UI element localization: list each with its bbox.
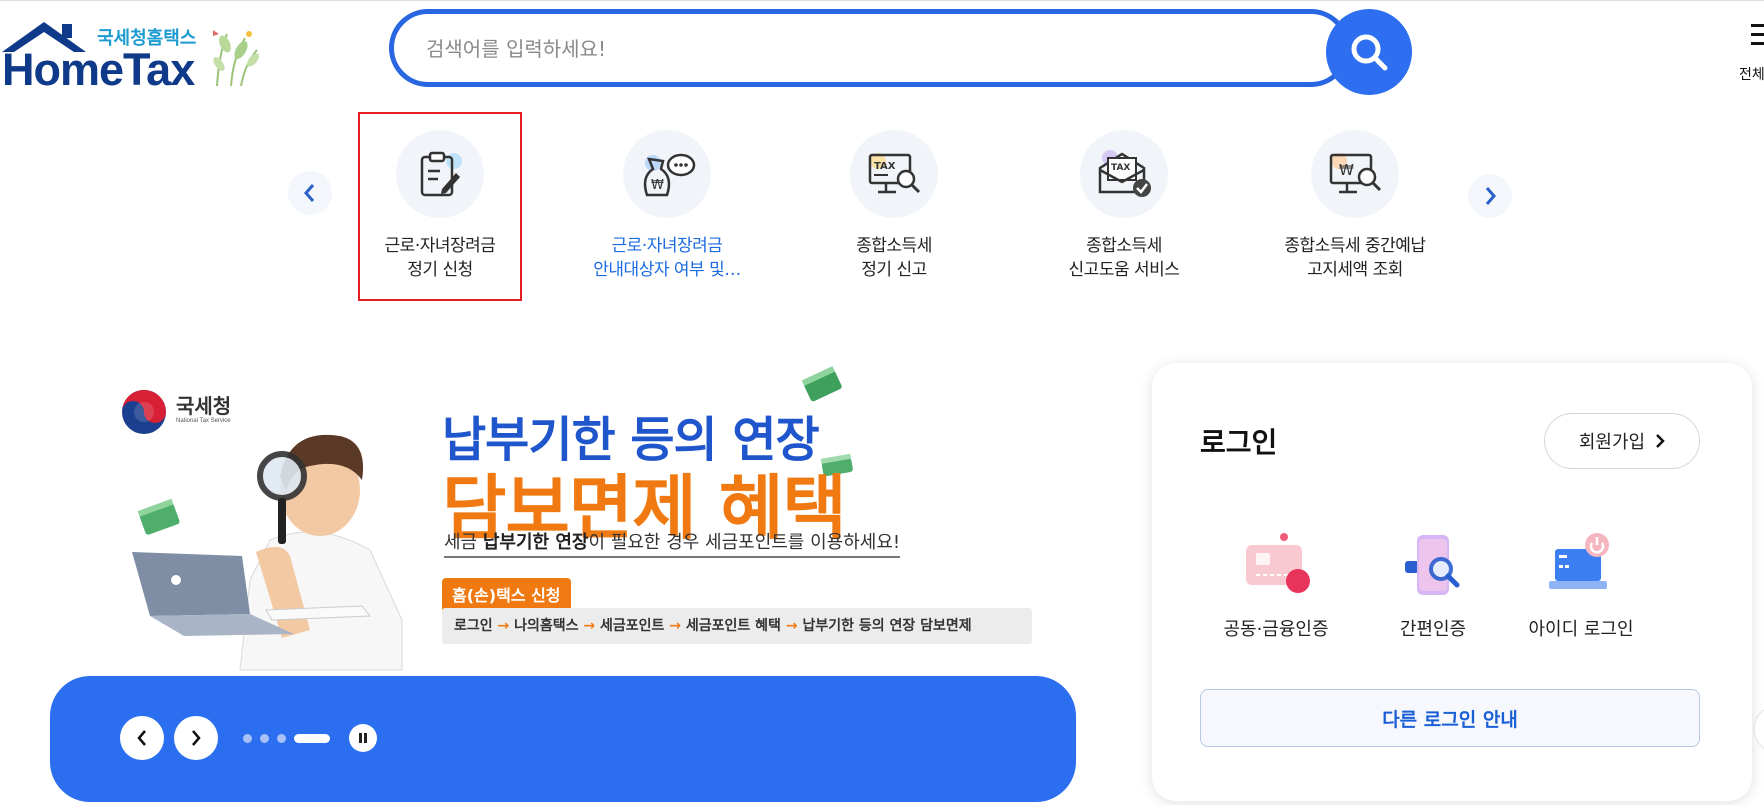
signup-label: 회원가입 [1578,432,1646,453]
search-input[interactable] [424,14,1308,84]
quick-menu-item-5[interactable]: ₩ 종합소득세 중간예납 고지세액 조회 [1255,130,1455,282]
banner-dot-2[interactable] [260,734,269,743]
login-method-simple[interactable]: 간편인증 [1358,521,1508,641]
tax-monitor-search-icon: TAX [850,130,938,218]
quick-menu-line2: 정기 신고 [861,260,927,280]
chevron-right-icon [192,730,201,746]
chevron-right-icon [1656,434,1665,448]
quick-menu-line2: 안내대상자 여부 및… [593,260,741,280]
banner-menu-path: 로그인 → 나의홈택스 → 세금포인트 → 세금포인트 혜택 → 납부기한 등의… [442,608,1032,644]
login-panel: 로그인 회원가입 공동·금융인증 간편인증 아이디 로그인 다른 로그인 안내 [1152,363,1752,801]
chevron-left-icon [137,730,146,746]
quick-menu-line1: 근로·자녀장려금 [611,236,723,256]
banner-pause-button[interactable] [349,724,377,752]
plant-decoration-icon [213,30,259,87]
login-method-label: 아이디 로그인 [1528,619,1634,640]
laptop-power-icon [1506,521,1656,601]
svg-text:₩: ₩ [1339,161,1354,179]
money-bag-chat-icon: ₩ [623,130,711,218]
search-box[interactable] [389,9,1350,87]
banner-dot-3[interactable] [277,734,286,743]
login-method-label: 간편인증 [1399,619,1467,640]
search-icon [1351,34,1388,71]
quick-menu-line1: 종합소득세 [1086,236,1162,256]
promo-banner[interactable]: 국세청 National Tax Service 납부기한 등의 연장 담보면제… [50,366,1076,802]
quick-menu-line2: 신고도움 서비스 [1068,260,1180,280]
won-monitor-search-icon: ₩ [1311,130,1399,218]
person-laptop-illustration [132,434,403,671]
search-button[interactable] [1326,9,1412,95]
quick-menu-line1: 종합소득세 중간예납 [1284,236,1426,256]
all-menu-label: 전체 [1739,67,1764,83]
top-border [0,0,1764,1]
banner-apply-tag: 홈(손)택스 신청 [442,578,571,610]
all-menu-button[interactable]: 전체 [1735,20,1764,83]
selected-item-highlight [358,112,522,301]
tax-envelope-check-icon: TAX [1080,130,1168,218]
chevron-right-icon [1485,187,1496,205]
certificate-card-icon [1201,521,1351,601]
banner-prev-button[interactable] [120,716,164,760]
login-method-id[interactable]: 아이디 로그인 [1506,521,1656,641]
banner-dot-1[interactable] [243,734,252,743]
banner-dot-4[interactable] [294,734,330,743]
quick-menu-next-button[interactable] [1468,174,1512,218]
quick-menu-line1: 종합소득세 [856,236,932,256]
quick-menu-prev-button[interactable] [288,171,332,215]
quick-menu-item-2[interactable]: ₩ 근로·자녀장려금 안내대상자 여부 및… [567,130,767,282]
svg-text:₩: ₩ [651,178,664,193]
floating-side-button[interactable] [1754,705,1764,753]
login-method-label: 공동·금융인증 [1223,619,1329,640]
quick-menu-item-4[interactable]: TAX 종합소득세 신고도움 서비스 [1024,130,1224,282]
svg-text:TAX: TAX [1111,163,1130,173]
login-title: 로그인 [1200,426,1278,459]
phone-search-icon [1358,521,1508,601]
svg-text:TAX: TAX [874,161,896,172]
pause-icon [359,733,367,743]
banner-description: 세금 납부기한 연장이 필요한 경우 세금포인트를 이용하세요! [444,528,901,558]
quick-menu-line2: 고지세액 조회 [1307,260,1403,280]
quick-menu-item-3[interactable]: TAX 종합소득세 정기 신고 [794,130,994,282]
other-login-guide-button[interactable]: 다른 로그인 안내 [1200,689,1700,747]
chevron-left-icon [304,184,315,202]
banner-next-button[interactable] [174,716,218,760]
signup-button[interactable]: 회원가입 [1544,413,1700,469]
login-method-certificate[interactable]: 공동·금융인증 [1201,521,1351,641]
hometax-logo[interactable]: 국세청홈택스 HomeTax [0,16,290,96]
logo-english: HomeTax [2,44,195,95]
